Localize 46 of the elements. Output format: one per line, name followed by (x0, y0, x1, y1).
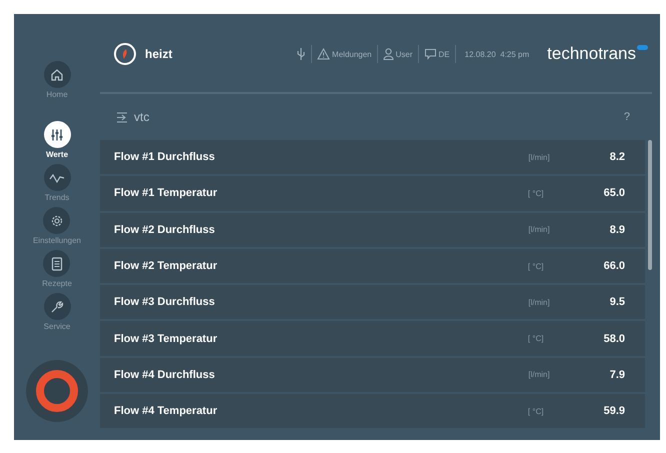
user-icon (382, 48, 394, 60)
row-label: Flow #1 Durchfluss (114, 151, 216, 164)
row-label: Flow #2 Temperatur (114, 260, 218, 272)
breadcrumb: vtc (134, 110, 150, 124)
row-label: Flow #4 Durchfluss (114, 368, 216, 381)
home-icon (50, 68, 64, 82)
language-link[interactable]: DE (424, 48, 450, 60)
usb-icon (296, 47, 306, 61)
row-value: 59.9 (604, 405, 625, 418)
row-label: Flow #4 Temperatur (114, 405, 218, 418)
row-label: Flow #1 Temperatur (114, 187, 218, 200)
chat-icon (424, 48, 437, 60)
date-time: 12.08.20 4:25 pm (464, 50, 530, 58)
row-unit: [l/min] (527, 370, 550, 380)
row-label: Flow #3 Temperatur (114, 332, 218, 345)
row-unit: [ °C] (526, 262, 544, 271)
row-value: 7.9 (610, 368, 625, 381)
document-icon (50, 256, 63, 270)
row-value: 58.0 (604, 332, 625, 345)
settings-icon (50, 214, 64, 228)
row-value: 8.2 (610, 151, 625, 164)
row-unit: [ °C] (526, 334, 544, 344)
flame-icon (114, 43, 136, 65)
row-unit: [l/min] (527, 225, 550, 234)
scrollbar[interactable] (648, 140, 652, 270)
row-label: Flow #2 Durchfluss (114, 224, 216, 236)
status-text: heizt (145, 47, 172, 61)
warning-icon (317, 48, 330, 60)
sliders-icon (50, 128, 64, 142)
help-button[interactable]: ? (624, 111, 630, 123)
row-value: 8.9 (610, 224, 625, 236)
indent-icon (116, 112, 128, 122)
row-unit: [ °C] (526, 188, 544, 198)
row-value: 65.0 (604, 187, 625, 200)
trend-icon (49, 172, 65, 184)
row-value: 66.0 (604, 260, 625, 272)
row-unit: [ °C] (526, 406, 544, 416)
messages-link[interactable]: Meldungen (317, 48, 372, 60)
nav-item[interactable]: Einstellungen (32, 207, 82, 245)
user-link[interactable]: User (382, 48, 413, 60)
row-unit: [l/min] (527, 298, 550, 307)
row-unit: [l/min] (527, 152, 550, 162)
wrench-icon (50, 300, 64, 314)
row-value: 9.5 (610, 296, 625, 308)
row-label: Flow #3 Durchfluss (114, 296, 216, 308)
brand-logo: technotrans (547, 44, 648, 64)
